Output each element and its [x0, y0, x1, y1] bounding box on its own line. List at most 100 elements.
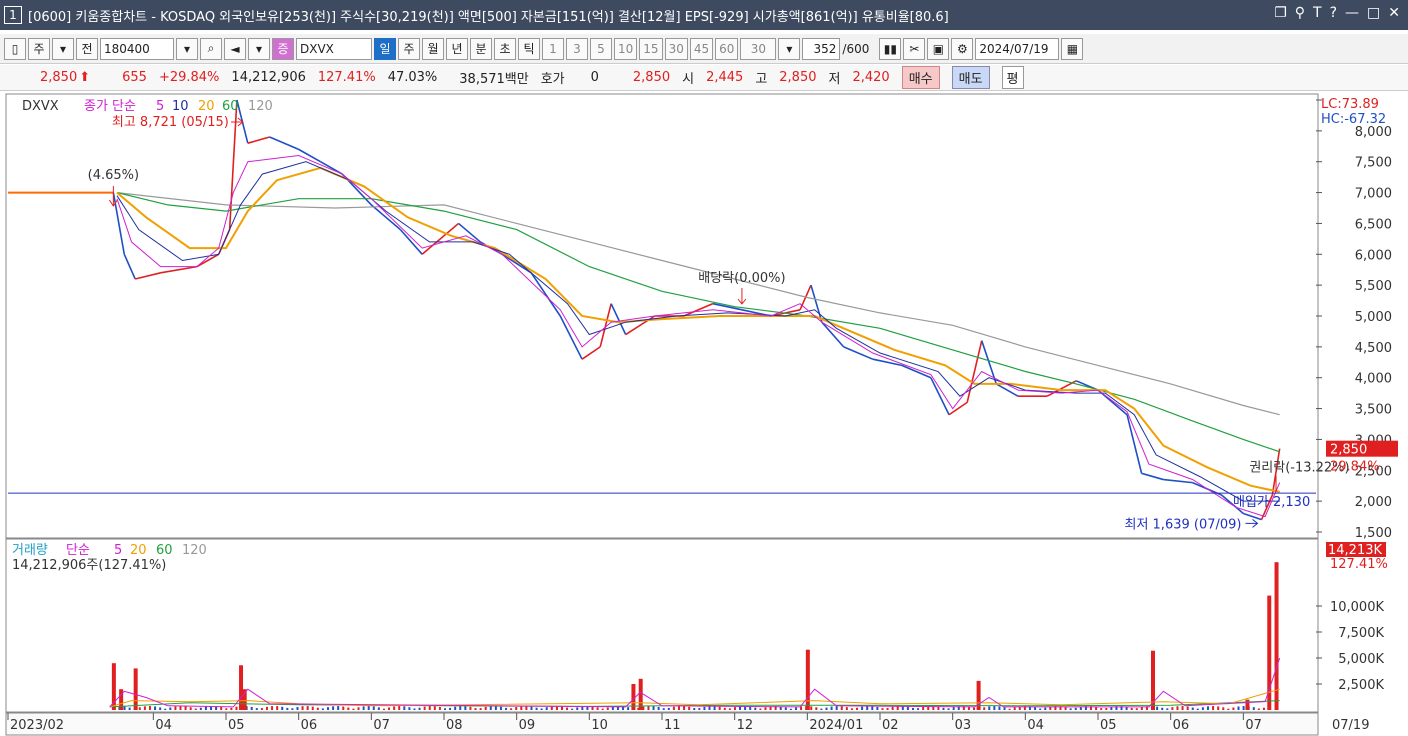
- help-icon[interactable]: ?: [1330, 5, 1337, 21]
- gear-icon[interactable]: ⚙: [951, 37, 974, 60]
- layout-icon[interactable]: ▯: [4, 37, 26, 60]
- maximize-icon[interactable]: □: [1367, 5, 1380, 21]
- volume-bar: [922, 706, 925, 710]
- search-icon[interactable]: ⌕: [200, 37, 222, 60]
- prev-button[interactable]: 전: [76, 37, 98, 60]
- volume-bar: [250, 706, 253, 710]
- tab-second[interactable]: 초: [494, 37, 516, 60]
- volume-bar: [1064, 707, 1067, 710]
- count-total: /600: [842, 41, 870, 56]
- price-tick-label: 7,000: [1355, 187, 1392, 202]
- pin-icon[interactable]: ⚲: [1295, 5, 1305, 21]
- vol-current: 14,212,906주(127.41%): [12, 558, 166, 573]
- chevron-down-icon[interactable]: ▾: [52, 37, 74, 60]
- volume-bar: [230, 707, 233, 710]
- volume-bar: [530, 706, 533, 710]
- volume-bar: [296, 706, 299, 710]
- stock-name-input[interactable]: DXVX: [296, 37, 372, 60]
- tab-minute[interactable]: 분: [470, 37, 492, 60]
- low-label: 저: [828, 72, 841, 87]
- date-tick-label: 07: [1245, 718, 1262, 733]
- volume-spike: [119, 689, 124, 710]
- volume-bar: [276, 706, 279, 710]
- volume-bar: [891, 706, 894, 710]
- stock-chart[interactable]: 매입가 2,130 최고 8,721 (05/15) (4.65%) 배당락(0.00…: [0, 92, 1408, 736]
- volume-bar: [698, 708, 701, 710]
- tab-tick[interactable]: 틱: [518, 37, 540, 60]
- minute-button-10[interactable]: 10: [614, 37, 638, 60]
- minute-select[interactable]: 30: [740, 37, 777, 60]
- volume-ratio: 127.41%: [317, 70, 376, 85]
- date-tick-label: 09: [519, 718, 536, 733]
- date-tick-label: 07/19: [1332, 718, 1369, 733]
- calendar-icon[interactable]: ▦: [1061, 37, 1084, 60]
- font-icon[interactable]: T: [1313, 5, 1322, 21]
- chevron-down-icon[interactable]: ▾: [778, 37, 801, 60]
- minute-button-1[interactable]: 1: [542, 37, 564, 60]
- volume-bar: [357, 707, 360, 710]
- minute-button-45[interactable]: 45: [689, 37, 714, 60]
- volume-bar: [1262, 707, 1265, 710]
- minimize-icon[interactable]: —: [1345, 5, 1359, 21]
- speaker-icon[interactable]: ◄: [224, 37, 246, 60]
- volume-bar: [606, 707, 609, 710]
- volume-bar: [199, 707, 202, 710]
- count-input[interactable]: 352: [802, 37, 841, 60]
- volume-bar: [525, 706, 528, 710]
- code-input[interactable]: 180400: [100, 37, 174, 60]
- annotation-low: 최저 1,639 (07/09): [1124, 517, 1241, 532]
- date-input[interactable]: 2024/07/19: [975, 37, 1060, 60]
- price-tag-value: 2,850: [1330, 443, 1367, 458]
- tab-month[interactable]: 월: [422, 37, 444, 60]
- open-value: 2,445: [706, 70, 744, 85]
- tab-day[interactable]: 일: [374, 37, 396, 60]
- tab-year[interactable]: 년: [446, 37, 468, 60]
- date-tick-label: 05: [228, 718, 245, 733]
- tools-icon[interactable]: ✂: [903, 37, 926, 60]
- legend-price-label: 종가 단순: [84, 99, 136, 114]
- candle-icon[interactable]: ▮▮: [879, 37, 902, 60]
- volume-bar: [917, 708, 920, 710]
- chevron-down-icon[interactable]: ▾: [176, 37, 198, 60]
- legend-ma10: 10: [172, 99, 189, 114]
- volume-bar: [235, 706, 238, 710]
- vol-legend-label: 단순: [66, 543, 90, 558]
- date-tick-label: 06: [1173, 718, 1190, 733]
- volume-bar: [505, 707, 508, 710]
- volume-bar: [189, 707, 192, 710]
- volume-bar: [850, 708, 853, 710]
- volume-bar: [515, 707, 518, 710]
- minute-button-60[interactable]: 60: [715, 37, 739, 60]
- volume-bar: [418, 707, 421, 710]
- vol-legend-ma60: 60: [156, 543, 173, 558]
- window-title: [0600] 키움종합차트 - KOSDAQ 외국인보유[253(천)] 주식수…: [28, 9, 949, 25]
- close-icon[interactable]: ✕: [1388, 5, 1400, 21]
- sell-button[interactable]: 매도: [951, 66, 990, 89]
- minute-button-3[interactable]: 3: [566, 37, 588, 60]
- volume-bar: [444, 708, 446, 710]
- minute-button-30[interactable]: 30: [664, 37, 688, 60]
- tab-week[interactable]: 주: [398, 37, 420, 60]
- volume-bar: [703, 706, 706, 710]
- volume-bar: [316, 707, 319, 710]
- minute-button-15[interactable]: 15: [639, 37, 663, 60]
- flat-button[interactable]: 평: [1001, 66, 1024, 89]
- legend-ma60: 60: [222, 99, 239, 114]
- save-icon[interactable]: ▣: [927, 37, 950, 60]
- volume-bar: [566, 707, 569, 710]
- volume-bar: [947, 708, 950, 710]
- date-tick-label: 04: [155, 718, 172, 733]
- buy-button[interactable]: 매수: [901, 66, 940, 89]
- minute-button-5[interactable]: 5: [590, 37, 612, 60]
- restore-icon[interactable]: ❐: [1274, 5, 1287, 21]
- volume-bar: [123, 706, 126, 710]
- volume-bar: [281, 706, 284, 710]
- volume-bar: [545, 707, 548, 710]
- volume-bar: [1181, 706, 1184, 710]
- volume-bar: [881, 708, 884, 710]
- mode-select[interactable]: 주: [28, 37, 50, 60]
- volume-bar: [1222, 707, 1225, 710]
- chevron-down-icon[interactable]: ▾: [248, 37, 270, 60]
- high-value: 2,850: [779, 70, 817, 85]
- volume-bar: [510, 708, 513, 710]
